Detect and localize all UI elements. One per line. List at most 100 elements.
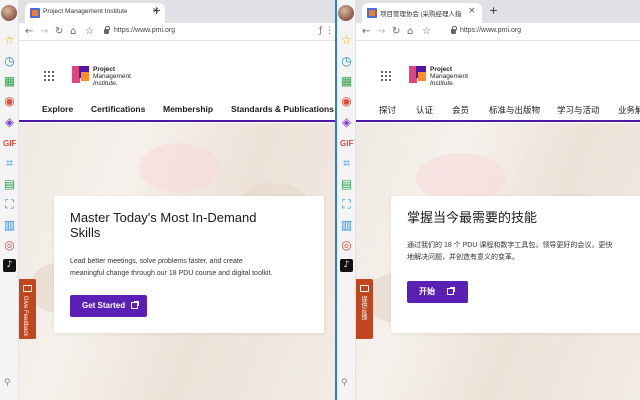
star-icon[interactable]: ☆	[3, 34, 16, 47]
hero-background-shape	[139, 143, 219, 193]
avatar[interactable]	[338, 5, 354, 21]
location-icon[interactable]: ⚲	[4, 378, 11, 388]
note-icon[interactable]: ▤	[340, 178, 353, 191]
crop-icon[interactable]: ⌗	[3, 157, 16, 170]
new-tab-icon[interactable]: +	[152, 4, 161, 17]
gif-icon[interactable]: GIF	[340, 137, 353, 150]
back-icon[interactable]: ←	[25, 25, 33, 38]
weibo-icon[interactable]: ◎	[3, 239, 16, 252]
hero-description: Lead better meetings, solve problems fas…	[70, 258, 273, 277]
hero-description: 通过我们的 18 个 PDU 课程和数字工具包，领导更好的会议，更快 地解决问题，…	[407, 242, 613, 261]
new-tab-icon[interactable]: +	[489, 4, 498, 17]
address-toolbar: ← → ↻ ⌂ ☆ https://www.pmi.org ƒ ⋮	[19, 23, 337, 41]
nav-standards[interactable]: 标准与出版物	[489, 104, 540, 116]
hero-card: 掌握当今最需要的技能 通过我们的 18 个 PDU 课程和数字工具包，领导更好的…	[391, 196, 640, 333]
active-tab[interactable]: Project Management Institute ×	[25, 3, 165, 23]
doc-icon[interactable]: ▥	[340, 219, 353, 232]
record-icon[interactable]: ◉	[3, 95, 16, 108]
hero-title: Master Today's Most In-Demand Skills	[70, 210, 257, 240]
weibo-icon[interactable]: ◎	[340, 239, 353, 252]
site-header: Project Management Institute.	[19, 42, 337, 96]
reload-icon[interactable]: ↻	[392, 25, 400, 38]
external-link-icon	[131, 301, 139, 309]
active-tab[interactable]: 项目管理协会 |采购经理人指数 ×	[362, 3, 482, 23]
lock-icon	[104, 26, 110, 34]
record-icon[interactable]: ◉	[340, 95, 353, 108]
main-nav: Explore Certifications Membership Standa…	[19, 96, 337, 122]
forward-icon[interactable]: →	[40, 25, 48, 38]
clock-icon[interactable]: ◷	[340, 55, 353, 68]
clock-icon[interactable]: ◷	[3, 55, 16, 68]
apps-grid-icon[interactable]	[44, 71, 55, 82]
browser-sidebar: ☆ ◷ ▦ ◉ ◈ GIF ⌗ ▤ ⛶ ▥ ◎ ♪ ⚲	[337, 0, 356, 400]
note-icon[interactable]: ▤	[3, 178, 16, 191]
home-icon[interactable]: ⌂	[407, 25, 413, 38]
address-toolbar: ← → ↻ ⌂ ☆ https://www.pmi.org	[356, 23, 640, 41]
get-started-button[interactable]: Get Started	[70, 295, 147, 317]
feedback-label: 提供反馈	[360, 296, 366, 320]
pmi-logo-icon[interactable]	[72, 66, 89, 83]
tab-bar: 项目管理协会 |采购经理人指数 × +	[356, 0, 640, 23]
nav-explore[interactable]: Explore	[42, 104, 73, 114]
home-icon[interactable]: ⌂	[70, 25, 76, 38]
page-content: Project Management Institute. Explore Cert…	[19, 42, 337, 400]
browser-sidebar: ☆ ◷ ▦ ◉ ◈ GIF ⌗ ▤ ⛶ ▥ ◎ ♪ ⚲	[0, 0, 19, 400]
nav-certifications[interactable]: 认证	[416, 104, 433, 116]
pmi-favicon-icon	[367, 8, 377, 18]
page-content: Project Management Institute. 探讨 认证 会员 标准与…	[356, 42, 640, 400]
feedback-icon	[23, 285, 32, 292]
pmi-logo-icon[interactable]	[409, 66, 426, 83]
doc-icon[interactable]: ▥	[3, 219, 16, 232]
tiktok-icon[interactable]: ♪	[340, 259, 353, 272]
hero-title: 掌握当今最需要的技能	[407, 210, 538, 225]
apps-grid-icon[interactable]	[381, 71, 392, 82]
tab-bar: Project Management Institute × +	[19, 0, 337, 23]
external-link-icon	[447, 287, 455, 295]
gif-icon[interactable]: GIF	[3, 137, 16, 150]
nav-learning-events[interactable]: 学习与活动	[557, 104, 600, 116]
forward-icon[interactable]: →	[377, 25, 385, 38]
right-browser-window: ☆ ◷ ▦ ◉ ◈ GIF ⌗ ▤ ⛶ ▥ ◎ ♪ ⚲ 项目管理协会 |采购经理…	[335, 0, 640, 400]
avatar[interactable]	[1, 5, 17, 21]
nav-standards[interactable]: Standards & Publications	[231, 104, 334, 114]
ai-icon[interactable]: ◈	[3, 116, 16, 129]
pmi-logo-text: Project Management Institute.	[93, 66, 131, 87]
get-started-button[interactable]: 开始	[407, 281, 468, 303]
grid-icon[interactable]: ▦	[3, 75, 16, 88]
location-icon[interactable]: ⚲	[341, 378, 348, 388]
give-feedback-tab[interactable]: Give Feedback	[19, 279, 36, 339]
reload-icon[interactable]: ↻	[55, 25, 63, 38]
nav-membership[interactable]: Membership	[163, 104, 213, 114]
extension-icon[interactable]: ƒ ⋮	[319, 26, 334, 36]
feedback-icon	[360, 285, 369, 292]
address-bar[interactable]: https://www.pmi.org	[460, 27, 521, 34]
bookmark-icon[interactable]: ☆	[85, 25, 94, 38]
nav-business[interactable]: 业务解	[618, 104, 640, 116]
tab-title: Project Management Institute	[43, 8, 128, 15]
lock-icon	[451, 26, 457, 34]
give-feedback-tab[interactable]: 提供反馈	[356, 279, 373, 339]
ai-icon[interactable]: ◈	[340, 116, 353, 129]
pmi-favicon-icon	[30, 8, 40, 18]
feedback-label: Give Feedback	[22, 296, 28, 337]
tiktok-icon[interactable]: ♪	[3, 259, 16, 272]
pmi-logo-text: Project Management Institute.	[430, 66, 468, 87]
scan-icon[interactable]: ⛶	[3, 198, 16, 211]
screen: ☆ ◷ ▦ ◉ ◈ GIF ⌗ ▤ ⛶ ▥ ◎ ♪ ⚲ Project Mana…	[0, 0, 640, 400]
nav-certifications[interactable]: Certifications	[91, 104, 145, 114]
address-bar[interactable]: https://www.pmi.org	[114, 27, 175, 34]
main-nav: 探讨 认证 会员 标准与出版物 学习与活动 业务解	[356, 96, 640, 122]
bookmark-icon[interactable]: ☆	[422, 25, 431, 38]
grid-icon[interactable]: ▦	[340, 75, 353, 88]
crop-icon[interactable]: ⌗	[340, 157, 353, 170]
tab-title: 项目管理协会 |采购经理人指数	[380, 11, 462, 18]
hero-card: Master Today's Most In-Demand Skills Lead…	[54, 196, 324, 333]
site-header: Project Management Institute.	[356, 42, 640, 96]
back-icon[interactable]: ←	[362, 25, 370, 38]
scan-icon[interactable]: ⛶	[340, 198, 353, 211]
nav-explore[interactable]: 探讨	[379, 104, 396, 116]
star-icon[interactable]: ☆	[340, 34, 353, 47]
left-browser-window: ☆ ◷ ▦ ◉ ◈ GIF ⌗ ▤ ⛶ ▥ ◎ ♪ ⚲ Project Mana…	[0, 0, 337, 400]
close-tab-icon[interactable]: ×	[468, 6, 476, 16]
nav-membership[interactable]: 会员	[452, 104, 469, 116]
